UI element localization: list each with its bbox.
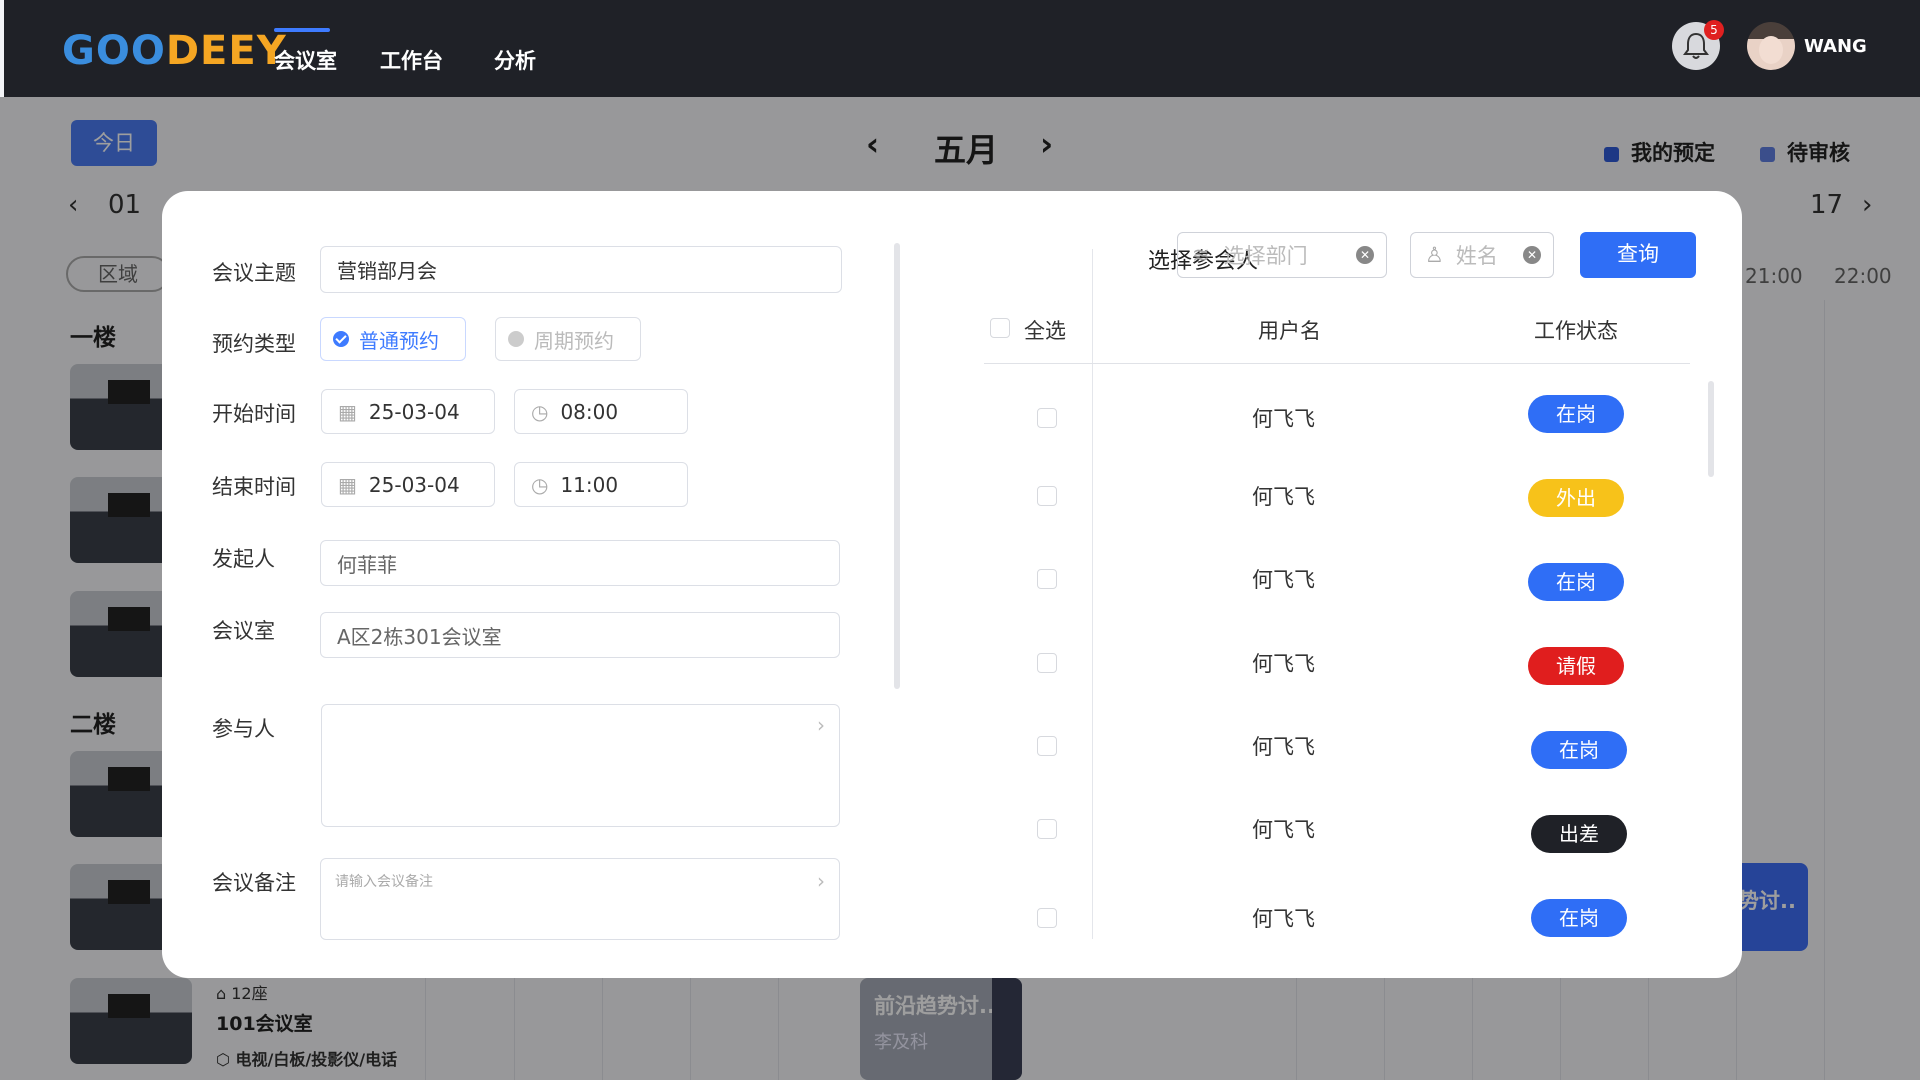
- username-label[interactable]: WANG: [1804, 36, 1867, 57]
- table-header-divider: [984, 363, 1690, 364]
- clock-icon: ◷: [531, 472, 549, 497]
- top-navigation-bar: GOODEEY 会议室 工作台 分析 5 WANG: [4, 0, 1920, 97]
- type-label: 预约类型: [212, 332, 296, 356]
- participants-field[interactable]: ›: [321, 704, 840, 827]
- name-placeholder: 姓名: [1455, 244, 1498, 268]
- status-badge: 在岗: [1528, 395, 1624, 433]
- end-date-input[interactable]: ▦ 25-03-04: [321, 462, 495, 507]
- row-username: 何飞飞: [1252, 485, 1315, 509]
- initiator-label: 发起人: [212, 547, 275, 571]
- end-time-label: 结束时间: [212, 475, 296, 499]
- calendar-icon: ▦: [338, 472, 357, 497]
- notification-badge: 5: [1704, 20, 1724, 40]
- clear-icon[interactable]: ✕: [1356, 246, 1374, 264]
- row-username: 何飞飞: [1252, 407, 1315, 431]
- row-username: 何飞飞: [1252, 735, 1315, 759]
- status-badge: 在岗: [1528, 563, 1624, 601]
- clock-icon: ◷: [531, 399, 549, 424]
- row-checkbox[interactable]: [1037, 486, 1057, 506]
- start-time-value: 08:00: [560, 399, 619, 424]
- booking-modal: 会议主题 营销部月会 预约类型 普通预约 周期预约 开始时间 ▦ 25-03-04…: [162, 191, 1742, 978]
- user-icon: ♙: [1425, 243, 1444, 267]
- nav-meeting-room[interactable]: 会议室: [274, 28, 337, 75]
- row-checkbox[interactable]: [1037, 908, 1057, 928]
- initiator-input[interactable]: 何菲菲: [320, 540, 840, 586]
- chevron-right-icon: ›: [817, 869, 825, 893]
- start-time-label: 开始时间: [212, 402, 296, 426]
- select-all-label[interactable]: 全选: [1024, 315, 1066, 345]
- chevron-right-icon: ›: [817, 713, 825, 737]
- room-label: 会议室: [212, 619, 275, 643]
- select-all-checkbox[interactable]: [990, 318, 1010, 338]
- topic-input[interactable]: 营销部月会: [320, 246, 842, 293]
- row-username: 何飞飞: [1252, 652, 1315, 676]
- status-badge: 请假: [1528, 647, 1624, 685]
- start-date-value: 25-03-04: [368, 399, 460, 424]
- end-date-value: 25-03-04: [368, 472, 460, 497]
- list-scrollbar[interactable]: [1708, 381, 1714, 477]
- row-username: 何飞飞: [1252, 907, 1315, 931]
- status-badge: 在岗: [1531, 899, 1627, 937]
- row-username: 何飞飞: [1252, 818, 1315, 842]
- end-time-value: 11:00: [560, 472, 619, 497]
- row-checkbox[interactable]: [1037, 569, 1057, 589]
- row-checkbox[interactable]: [1037, 819, 1057, 839]
- modal-divider: [1092, 249, 1093, 939]
- start-time-input[interactable]: ◷ 08:00: [514, 389, 688, 434]
- radio-label: 普通预约: [359, 328, 439, 353]
- room-input[interactable]: A区2栋301会议室: [320, 612, 840, 658]
- calendar-icon: ▦: [338, 399, 357, 424]
- query-button[interactable]: 查询: [1580, 232, 1696, 278]
- row-checkbox[interactable]: [1037, 736, 1057, 756]
- nav-workbench[interactable]: 工作台: [380, 45, 443, 75]
- notes-textarea[interactable]: 请输入会议备注 ›: [320, 858, 840, 940]
- notes-label: 会议备注: [212, 871, 296, 895]
- nav-analysis[interactable]: 分析: [494, 45, 536, 75]
- department-select[interactable]: ≋ 选择部门 ✕: [1177, 232, 1387, 278]
- clear-icon[interactable]: ✕: [1523, 246, 1541, 264]
- row-username: 何飞飞: [1252, 568, 1315, 592]
- status-badge: 在岗: [1531, 731, 1627, 769]
- check-circle-icon: [333, 331, 349, 347]
- form-scrollbar[interactable]: [894, 243, 900, 689]
- username-header: 用户名: [1258, 319, 1321, 343]
- status-header: 工作状态: [1534, 319, 1618, 343]
- circle-icon: [508, 331, 524, 347]
- app-logo[interactable]: GOODEEY: [62, 28, 287, 74]
- row-checkbox[interactable]: [1037, 408, 1057, 428]
- name-search-input[interactable]: ♙ 姓名 ✕: [1410, 232, 1554, 278]
- topic-label: 会议主题: [212, 261, 296, 285]
- end-time-input[interactable]: ◷ 11:00: [514, 462, 688, 507]
- status-badge: 外出: [1528, 479, 1624, 517]
- department-placeholder: 选择部门: [1223, 244, 1308, 268]
- radio-periodic-booking[interactable]: 周期预约: [495, 317, 641, 361]
- radio-normal-booking[interactable]: 普通预约: [320, 317, 466, 361]
- layers-icon: ≋: [1192, 243, 1210, 267]
- radio-label: 周期预约: [534, 328, 614, 353]
- participants-label: 参与人: [212, 717, 275, 741]
- status-badge: 出差: [1531, 815, 1627, 853]
- start-date-input[interactable]: ▦ 25-03-04: [321, 389, 495, 434]
- notes-placeholder: 请输入会议备注: [335, 874, 433, 890]
- row-checkbox[interactable]: [1037, 653, 1057, 673]
- user-avatar[interactable]: [1747, 22, 1795, 70]
